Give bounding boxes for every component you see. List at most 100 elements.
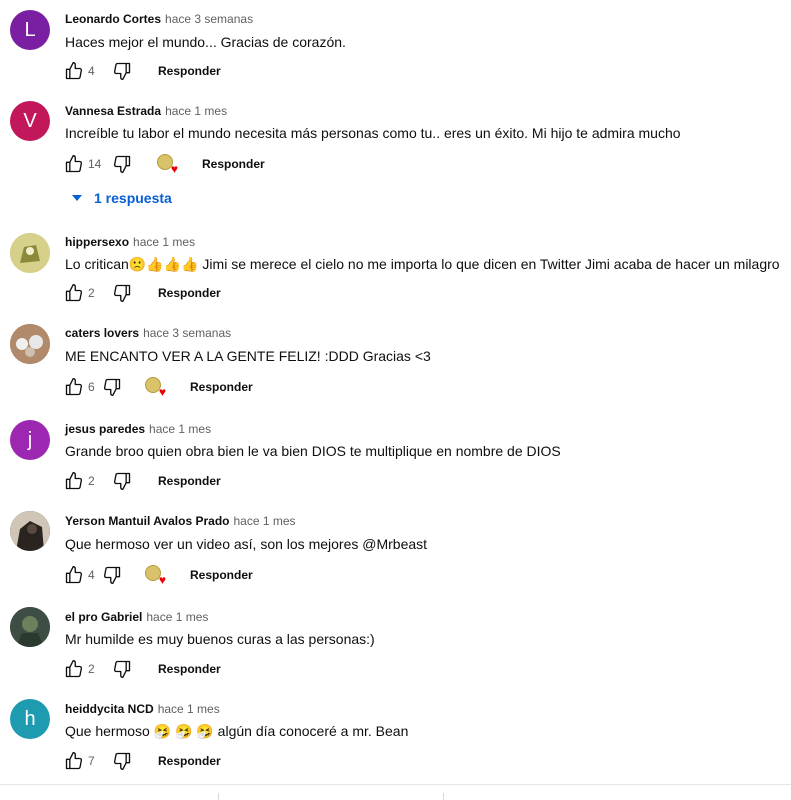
comment-header: jesus paredes hace 1 mes: [65, 422, 211, 436]
reply-button[interactable]: Responder: [190, 568, 253, 582]
avatar-initial: V: [23, 109, 37, 132]
footer-separator: [443, 793, 444, 800]
like-count: 4: [88, 64, 95, 78]
reply-button[interactable]: Responder: [202, 157, 265, 171]
comment-actions: 4 ♥ Responder: [62, 563, 253, 587]
comment-time[interactable]: hace 3 semanas: [165, 12, 253, 26]
author-name[interactable]: hippersexo: [65, 235, 129, 249]
avatar-initial: j: [27, 428, 33, 451]
comment-header: el pro Gabriel hace 1 mes: [65, 610, 208, 624]
reply-button[interactable]: Responder: [158, 474, 221, 488]
thumbs-up-icon: [65, 566, 83, 584]
reply-button[interactable]: Responder: [158, 662, 221, 676]
avatar-initial: h: [24, 707, 36, 730]
thumbs-up-icon: [65, 284, 83, 302]
dislike-button[interactable]: [110, 59, 134, 83]
author-name[interactable]: Leonardo Cortes: [65, 12, 161, 26]
avatar[interactable]: V: [10, 101, 50, 141]
avatar[interactable]: [10, 607, 50, 647]
comment-header: Leonardo Cortes hace 3 semanas: [65, 12, 253, 26]
text-segment: Jimi se merece el cielo no me importa lo…: [198, 256, 780, 272]
avatar[interactable]: [10, 511, 50, 551]
thumbs-down-icon: [113, 62, 131, 81]
avatar[interactable]: [10, 324, 50, 364]
comment-time[interactable]: hace 1 mes: [133, 235, 195, 249]
comment-text: Mr humilde es muy buenos curas a las per…: [65, 631, 375, 647]
like-button[interactable]: [62, 469, 86, 493]
reply-button[interactable]: Responder: [158, 286, 221, 300]
like-count: 2: [88, 286, 95, 300]
like-button[interactable]: [62, 152, 86, 176]
dislike-button[interactable]: [100, 375, 124, 399]
thumbs-down-icon: [113, 660, 131, 678]
author-name[interactable]: jesus paredes: [65, 422, 145, 436]
comment-time[interactable]: hace 1 mes: [158, 702, 220, 716]
reply-button[interactable]: Responder: [190, 380, 253, 394]
comment-actions: 6 ♥ Responder: [62, 375, 253, 399]
avatar-image: [10, 324, 50, 364]
dislike-button[interactable]: [110, 281, 134, 305]
avatar-image: [10, 511, 50, 551]
like-count: 4: [88, 568, 95, 582]
like-button[interactable]: [62, 281, 86, 305]
like-button[interactable]: [62, 59, 86, 83]
comment-time[interactable]: hace 3 semanas: [143, 326, 231, 340]
comment-time[interactable]: hace 1 mes: [146, 610, 208, 624]
comment-actions: 2 Responder: [62, 657, 221, 681]
comment-header: heiddycita NCD hace 1 mes: [65, 702, 220, 716]
avatar[interactable]: h: [10, 699, 50, 739]
thumbs-down-icon: [113, 284, 131, 302]
like-count: 6: [88, 380, 95, 394]
heart-icon: ♥: [170, 162, 178, 176]
creator-heart-badge: ♥: [156, 153, 178, 175]
avatar-initial: L: [24, 18, 36, 41]
dislike-button[interactable]: [110, 469, 134, 493]
text-segment: Que hermoso: [65, 723, 154, 739]
thumbs-up-icon: [65, 472, 83, 490]
bottom-divider: [0, 784, 791, 785]
reply-button[interactable]: Responder: [158, 64, 221, 78]
dislike-button[interactable]: [110, 749, 134, 773]
comment-header: hippersexo hace 1 mes: [65, 235, 195, 249]
like-button[interactable]: [62, 563, 86, 587]
emoji-group: 🙁👍👍👍: [128, 256, 199, 272]
like-count: 7: [88, 754, 95, 768]
comment-actions: 14 ♥ Responder: [62, 152, 265, 176]
author-name[interactable]: heiddycita NCD: [65, 702, 154, 716]
comment-header: caters lovers hace 3 semanas: [65, 326, 231, 340]
thumbs-up-icon: [65, 62, 83, 80]
comment-text: Grande broo quien obra bien le va bien D…: [65, 443, 561, 459]
author-name[interactable]: caters lovers: [65, 326, 139, 340]
avatar[interactable]: L: [10, 10, 50, 50]
author-name[interactable]: Vannesa Estrada: [65, 104, 161, 118]
like-button[interactable]: [62, 749, 86, 773]
thumbs-up-icon: [65, 752, 83, 770]
thumbs-down-icon: [113, 155, 131, 173]
author-name[interactable]: el pro Gabriel: [65, 610, 142, 624]
like-button[interactable]: [62, 657, 86, 681]
creator-heart-badge: ♥: [144, 376, 166, 398]
comment-time[interactable]: hace 1 mes: [149, 422, 211, 436]
view-replies-button[interactable]: 1 respuesta: [72, 190, 172, 206]
avatar[interactable]: [10, 233, 50, 273]
dislike-button[interactable]: [100, 563, 124, 587]
reply-button[interactable]: Responder: [158, 754, 221, 768]
avatar[interactable]: j: [10, 420, 50, 460]
text-segment: Lo critican: [65, 256, 129, 272]
comment-text: Lo critican🙁👍👍👍 Jimi se merece el cielo …: [65, 256, 780, 273]
like-button[interactable]: [62, 375, 86, 399]
thumbs-up-icon: [65, 155, 83, 173]
creator-heart-badge: ♥: [144, 564, 166, 586]
comment-actions: 7 Responder: [62, 749, 221, 773]
comment-text: Haces mejor el mundo... Gracias de coraz…: [65, 34, 346, 50]
comment-text: Que hermoso 🤧 🤧 🤧 algún día conoceré a m…: [65, 723, 408, 740]
dislike-button[interactable]: [110, 657, 134, 681]
comment-time[interactable]: hace 1 mes: [233, 514, 295, 528]
avatar-image: [10, 607, 50, 647]
author-name[interactable]: Yerson Mantuil Avalos Prado: [65, 514, 229, 528]
comment-header: Vannesa Estrada hace 1 mes: [65, 104, 227, 118]
comment-time[interactable]: hace 1 mes: [165, 104, 227, 118]
comment-actions: 2 Responder: [62, 281, 221, 305]
dislike-button[interactable]: [110, 152, 134, 176]
replies-label: 1 respuesta: [94, 190, 172, 206]
